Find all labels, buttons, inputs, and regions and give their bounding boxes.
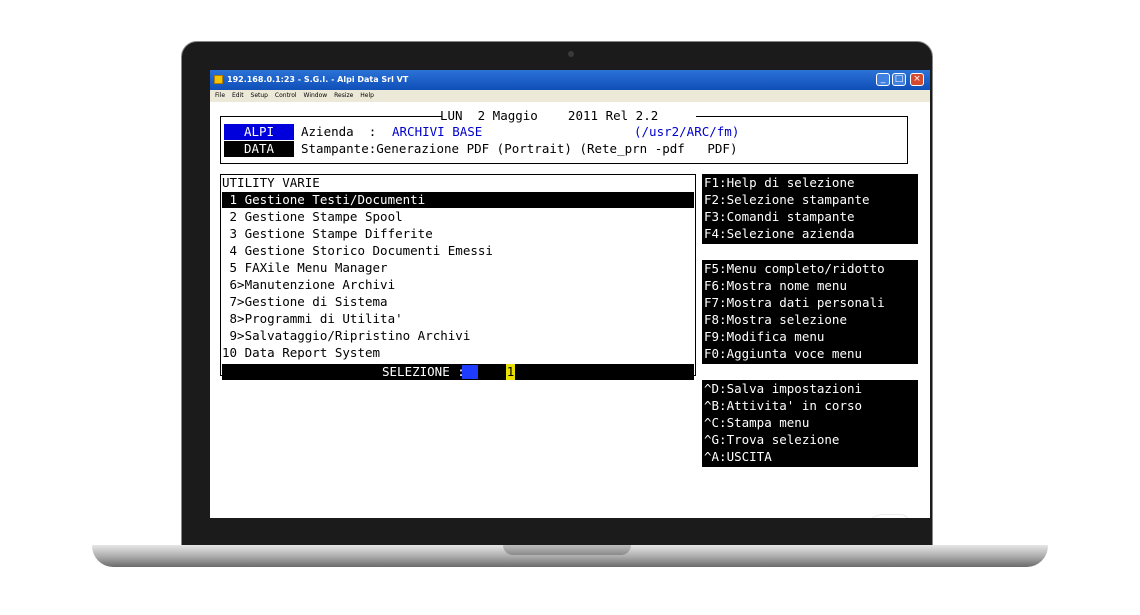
window-title: 192.168.0.1:23 - S.G.I. - Alpi Data Srl … (227, 75, 409, 84)
menu-item[interactable]: 8>Programmi di Utilita' (222, 311, 403, 327)
alpi-badge: ALPI (224, 124, 294, 140)
menu-title: UTILITY VARIE (222, 175, 320, 190)
data-badge: DATA (224, 141, 294, 157)
ctrl-c[interactable]: ^C:Stampa menu (704, 415, 809, 431)
menu-control[interactable]: Control (275, 92, 297, 99)
fkey-f9[interactable]: F9:Modifica menu (704, 329, 824, 345)
menu-setup[interactable]: Setup (251, 92, 268, 99)
menu-item[interactable]: 3 Gestione Stampe Differite (222, 226, 433, 242)
close-icon[interactable]: × (910, 73, 924, 86)
menu-item[interactable]: 10 Data Report System (222, 345, 380, 361)
menu-file[interactable]: File (215, 92, 225, 99)
maximize-icon[interactable]: □ (892, 73, 906, 86)
header-line-right (696, 116, 908, 117)
header-line-left (220, 116, 442, 117)
header-border-bottom (220, 163, 908, 164)
ctrl-g[interactable]: ^G:Trova selezione (704, 432, 839, 448)
fkey-f0[interactable]: F0:Aggiunta voce menu (704, 346, 862, 362)
azienda-label: Azienda : (301, 124, 377, 139)
menu-resize[interactable]: Resize (334, 92, 353, 99)
logo-watermark (861, 514, 913, 518)
menu-item[interactable]: 2 Gestione Stampe Spool (222, 209, 403, 225)
selection-field[interactable] (462, 365, 478, 379)
stampante-line: Stampante:Generazione PDF (Portrait) (Re… (301, 141, 738, 156)
azienda-path: (/usr2/ARC/fm) (634, 124, 740, 139)
fkeys-panel-1: F1:Help di selezione F2:Selezione stampa… (702, 174, 918, 244)
header-border-right (907, 116, 908, 164)
window-titlebar: 192.168.0.1:23 - S.G.I. - Alpi Data Srl … (210, 70, 930, 90)
header-date: LUN 2 Maggio 2011 Rel 2.2 (440, 108, 659, 123)
menu-item[interactable]: 9>Salvataggio/Ripristino Archivi (222, 328, 471, 344)
ctrl-b[interactable]: ^B:Attivita' in corso (704, 398, 862, 414)
azienda-value: ARCHIVI BASE (392, 124, 483, 139)
ctrl-d[interactable]: ^D:Salva impostazioni (704, 381, 862, 397)
menu-item[interactable]: 6>Manutenzione Archivi (222, 277, 396, 293)
menu-item[interactable]: 7>Gestione di Sistema (222, 294, 388, 310)
ctrl-a[interactable]: ^A:USCITA (704, 449, 772, 465)
minimize-icon[interactable]: _ (876, 73, 890, 86)
menubar: File Edit Setup Control Window Resize He… (210, 90, 930, 102)
fkeys-panel-3: ^D:Salva impostazioni ^B:Attivita' in co… (702, 380, 918, 467)
screen: 192.168.0.1:23 - S.G.I. - Alpi Data Srl … (210, 70, 930, 518)
menu-item[interactable]: 4 Gestione Storico Documenti Emessi (222, 243, 493, 259)
header-border-left (220, 116, 221, 164)
fkey-f3[interactable]: F3:Comandi stampante (704, 209, 855, 225)
menu-window[interactable]: Window (304, 92, 328, 99)
laptop-notch (503, 545, 631, 555)
fkey-f5[interactable]: F5:Menu completo/ridotto (704, 261, 885, 277)
app-icon (214, 75, 223, 84)
menu-help[interactable]: Help (360, 92, 374, 99)
menu-item[interactable]: 5 FAXile Menu Manager (222, 260, 388, 276)
selection-label: SELEZIONE : (382, 364, 465, 379)
terminal[interactable]: LUN 2 Maggio 2011 Rel 2.2 ALPI DATA Azie… (210, 102, 930, 518)
fkey-f2[interactable]: F2:Selezione stampante (704, 192, 870, 208)
fkeys-panel-2: F5:Menu completo/ridotto F6:Mostra nome … (702, 260, 918, 364)
fkey-f1[interactable]: F1:Help di selezione (704, 175, 855, 191)
menu-item-selected[interactable]: 1 Gestione Testi/Documenti (222, 192, 694, 208)
menu-edit[interactable]: Edit (232, 92, 244, 99)
camera-icon (568, 51, 574, 57)
fkey-f7[interactable]: F7:Mostra dati personali (704, 295, 885, 311)
selection-value[interactable]: 1 (506, 364, 515, 380)
fkey-f4[interactable]: F4:Selezione azienda (704, 226, 855, 242)
fkey-f8[interactable]: F8:Mostra selezione (704, 312, 847, 328)
fkey-f6[interactable]: F6:Mostra nome menu (704, 278, 847, 294)
